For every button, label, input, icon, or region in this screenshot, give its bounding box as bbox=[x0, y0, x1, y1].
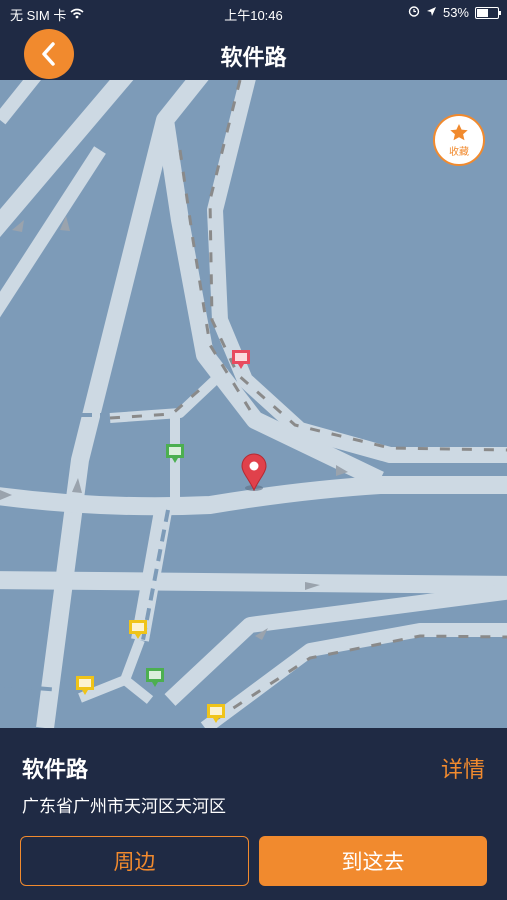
alarm-icon bbox=[408, 5, 420, 20]
poi-marker-green-1[interactable] bbox=[166, 444, 184, 463]
poi-marker-green-2[interactable] bbox=[146, 668, 164, 687]
battery-percent: 53% bbox=[442, 5, 469, 20]
details-link[interactable]: 详情 bbox=[441, 752, 485, 784]
poi-marker-yellow-1[interactable] bbox=[129, 620, 147, 639]
battery-icon bbox=[475, 6, 501, 19]
nearby-button[interactable]: 周边 bbox=[20, 836, 249, 886]
location-pin-icon[interactable] bbox=[241, 453, 267, 492]
status-right: 53% bbox=[408, 5, 501, 20]
location-arrow-icon bbox=[426, 5, 437, 20]
map-view[interactable]: 收藏 bbox=[0, 80, 507, 728]
poi-marker-yellow-2[interactable] bbox=[76, 676, 94, 695]
status-bar: 无 SIM 卡 上午10:46 53% bbox=[0, 0, 507, 28]
nav-bar: 软件路 bbox=[0, 28, 507, 80]
place-address: 广东省广州市天河区天河区 bbox=[22, 797, 226, 816]
place-info-panel: 软件路 详情 广东省广州市天河区天河区 周边 到这去 bbox=[0, 728, 507, 900]
page-title: 软件路 bbox=[220, 45, 287, 70]
map-markers bbox=[76, 350, 267, 723]
navigate-here-button[interactable]: 到这去 bbox=[259, 836, 487, 886]
place-name: 软件路 bbox=[22, 757, 89, 782]
poi-marker-red[interactable] bbox=[232, 350, 250, 369]
poi-marker-yellow-3[interactable] bbox=[207, 704, 225, 723]
